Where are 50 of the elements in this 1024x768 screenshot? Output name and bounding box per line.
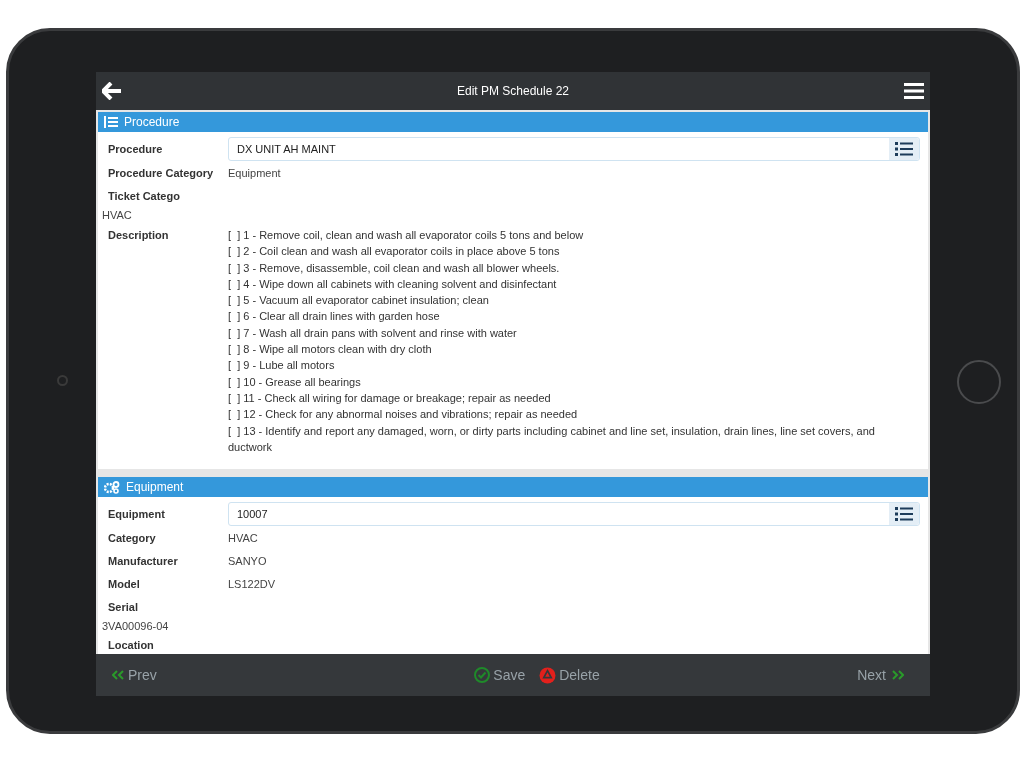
save-button[interactable]: Save: [474, 664, 526, 686]
checklist-item: [ ] 6 - Clear all drain lines with garden hose: [228, 309, 441, 325]
checklist-item: [ ] 13 - Identify and report any damaged, worn, or dirty parts including cabinet and line set, insulation, drain lines, line set covers, and ductwork: [228, 423, 876, 455]
checklist-item: [ ] 9 - Lube all motors: [228, 358, 336, 374]
lookup-field[interactable]: 10007: [228, 502, 920, 527]
checklist-item: [ ] 8 - Wipe all motors clean with dry cloth: [228, 342, 433, 358]
checklist-item: [ ] 4 - Wipe down all cabinets with cleaning solvent and disinfectant: [228, 276, 558, 292]
field-label: Ticket Catego: [108, 188, 181, 204]
list-icon: [895, 142, 913, 156]
lookup-field[interactable]: DX UNIT AH MAINT: [228, 137, 920, 161]
menu-icon[interactable]: [904, 83, 924, 99]
checklist-item: [ ] 12 - Check for any abnormal noises and vibrations; repair as needed: [228, 407, 579, 423]
back-arrow-icon[interactable]: [102, 82, 122, 100]
field-value: LS122DV: [228, 577, 276, 593]
field-label: Description: [108, 228, 170, 243]
prev-button[interactable]: Prev: [112, 664, 157, 686]
checklist-item: [ ] 1 - Remove coil, clean and wash all evaporator coils 5 tons and below: [228, 228, 585, 243]
field-label: Procedure Category: [108, 166, 215, 182]
field-label: Category: [108, 531, 157, 547]
checklist-item: [ ] 7 - Wash all drain pans with solvent and rinse with water: [228, 325, 518, 341]
field-label: Location: [108, 637, 155, 653]
field-value: HVAC: [101, 208, 133, 223]
checklist-item: [ ] 10 - Grease all bearings: [228, 374, 362, 390]
field-label: Serial: [108, 599, 139, 615]
checklist-item: [ ] 3 - Remove, disassemble, coil clean and wash all blower wheels.: [228, 260, 561, 276]
gears-icon: [104, 480, 120, 494]
lookup-button[interactable]: [889, 503, 919, 526]
checklist-item: [ ] 5 - Vacuum all evaporator cabinet insulation; clean: [228, 293, 490, 309]
checklist-item: [ ] 2 - Coil clean and wash all evaporator coils in place above 5 tons: [228, 244, 561, 260]
section-title: Equipment: [126, 479, 184, 497]
field-label: Procedure: [108, 141, 164, 157]
field-value: 3VA00096-04: [101, 619, 170, 635]
field-label: Model: [108, 577, 141, 593]
lookup-button[interactable]: [889, 138, 919, 160]
field-value: HVAC: [228, 531, 258, 547]
double-chevron-right-icon: [892, 670, 904, 680]
field-label: Manufacturer: [108, 554, 179, 570]
field-value: Equipment: [228, 166, 281, 182]
delete-button[interactable]: Delete: [539, 664, 600, 686]
checklist-item: [ ] 11 - Check all wiring for damage or breakage; repair as needed: [228, 390, 552, 406]
screen-title: Edit PM Schedule 22: [456, 83, 570, 100]
list-icon: [895, 507, 913, 522]
field-label: Equipment: [108, 506, 166, 522]
section-title: Procedure: [124, 114, 180, 131]
camera-icon: [57, 375, 68, 386]
next-button[interactable]: Next: [857, 664, 904, 686]
list-icon: [104, 116, 118, 128]
field-value: SANYO: [228, 554, 267, 570]
check-circle-icon: [474, 667, 491, 683]
double-chevron-left-icon: [112, 670, 124, 680]
